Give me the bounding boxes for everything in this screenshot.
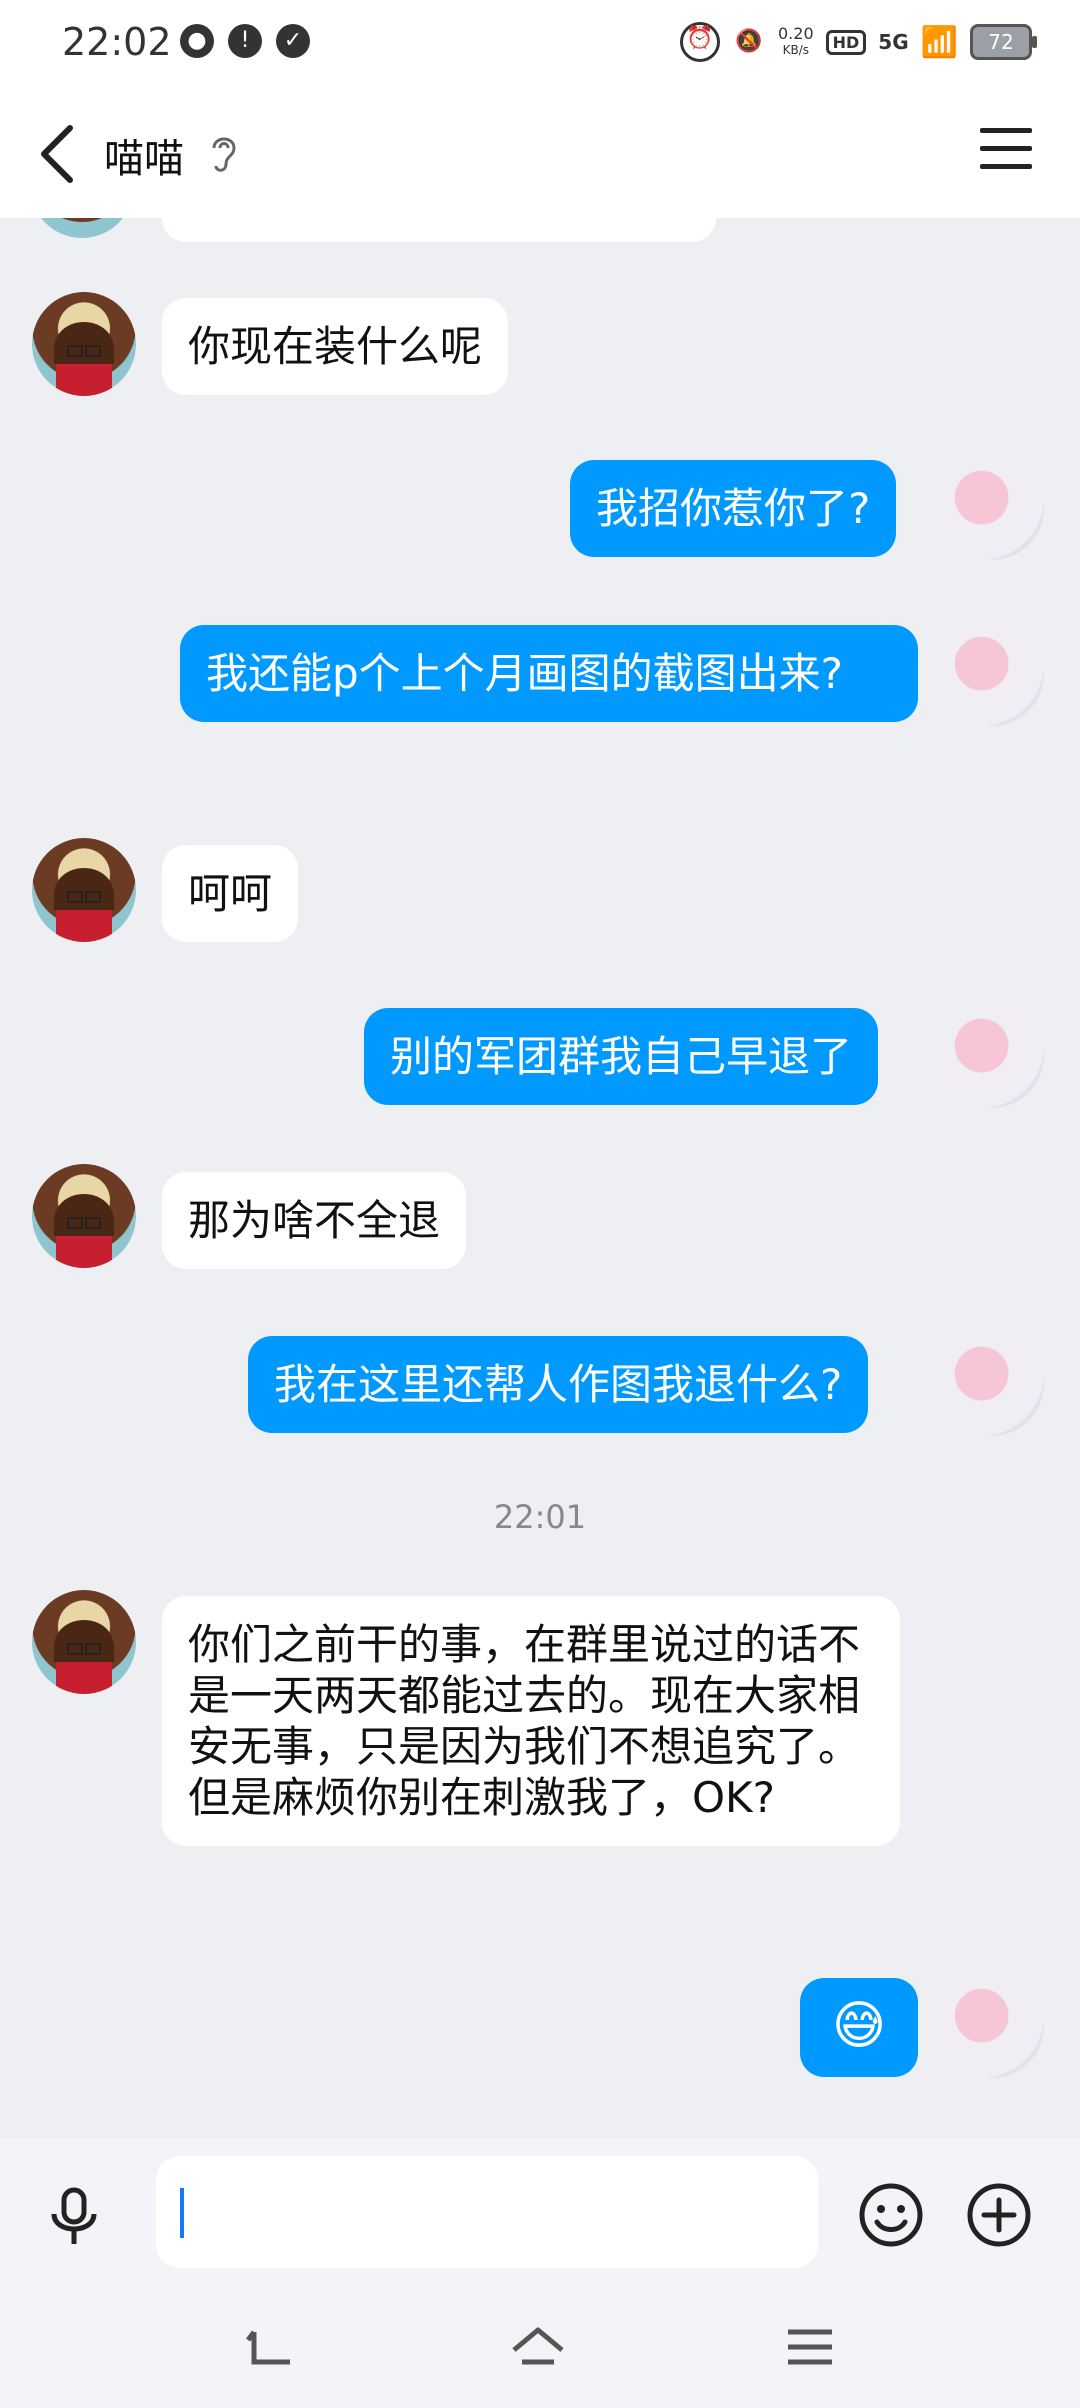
message-input-bar [0, 2138, 1080, 2278]
message-bubble-incoming[interactable]: 你们之前干的事，在群里说过的话不是一天两天都能过去的。现在大家相安无事，只是因为… [162, 1596, 900, 1846]
wifi-icon: 📶 [920, 24, 958, 60]
status-right-group: ⏰ 🔕 0.20 KB/s HD 5G 📶 72 [680, 22, 1037, 62]
chevron-left-icon [41, 125, 73, 183]
menu-line [980, 164, 1032, 169]
status-bar: 22:02 ● ! ✓ ⏰ 🔕 0.20 KB/s HD 5G 📶 72 [0, 0, 1080, 90]
battery-indicator: 72 [970, 24, 1037, 60]
self-avatar[interactable] [940, 622, 1044, 726]
contact-avatar[interactable] [32, 1590, 136, 1694]
message-text: 呵呵 [188, 869, 273, 918]
plus-circle-icon [967, 2183, 1031, 2247]
nav-home-button[interactable] [510, 2322, 566, 2372]
menu-line [980, 128, 1032, 133]
back-button[interactable] [36, 122, 80, 186]
mute-icon: 🔕 [732, 25, 766, 59]
text-cursor [180, 2188, 184, 2238]
message-bubble-outgoing[interactable]: 别的军团群我自己早退了 [364, 1008, 879, 1105]
menu-button[interactable] [980, 128, 1032, 174]
self-avatar[interactable] [940, 456, 1044, 560]
shield-notification-icon: ✓ [276, 24, 310, 58]
avatar-partial [30, 218, 134, 238]
contact-avatar[interactable] [32, 1164, 136, 1268]
self-avatar[interactable] [940, 1004, 1044, 1108]
contact-avatar[interactable] [32, 292, 136, 396]
ear-icon[interactable] [206, 130, 242, 176]
chat-message-list[interactable]: 你现在装什么呢 我招你惹你了? 我还能p个上个月画图的截图出来? 呵呵 别的军团… [0, 218, 1080, 2138]
chat-title[interactable]: 喵喵 [104, 126, 184, 184]
system-navigation-bar [0, 2278, 1080, 2408]
emoji-button[interactable] [858, 2182, 924, 2248]
notification-icons: ● ! ✓ [180, 24, 310, 58]
wechat-notification-icon: ● [180, 24, 214, 58]
emoji-message: 😅 [831, 1996, 887, 2056]
alert-notification-icon: ! [228, 24, 262, 58]
nav-back-icon [246, 2330, 290, 2365]
more-options-button[interactable] [966, 2182, 1032, 2248]
message-bubble-incoming[interactable]: 那为啥不全退 [162, 1172, 467, 1269]
message-bubble-outgoing[interactable]: 😅 [800, 1978, 918, 2077]
chat-header: 喵喵 [0, 90, 1080, 218]
nav-recents-button[interactable] [782, 2322, 838, 2372]
hd-badge: HD [825, 29, 867, 55]
message-text: 你们之前干的事，在群里说过的话不是一天两天都能过去的。现在大家相安无事，只是因为… [188, 1620, 861, 1822]
menu-line [980, 146, 1032, 151]
signal-5g: 5G [878, 30, 909, 54]
message-input[interactable] [156, 2156, 818, 2268]
home-icon [512, 2327, 564, 2365]
message-bubble-outgoing[interactable]: 我招你惹你了? [570, 460, 897, 557]
message-bubble-outgoing[interactable]: 我在这里还帮人作图我退什么? [248, 1336, 869, 1433]
message-bubble-partial [162, 218, 716, 242]
recents-menu-icon [788, 2329, 832, 2365]
message-bubble-incoming[interactable]: 你现在装什么呢 [162, 298, 509, 395]
nav-back-button[interactable] [244, 2322, 300, 2372]
message-bubble-outgoing[interactable]: 我还能p个上个月画图的截图出来? [180, 625, 918, 722]
smiley-face-icon [859, 2183, 923, 2247]
message-bubble-incoming[interactable]: 呵呵 [162, 845, 299, 942]
message-text: 我招你惹你了? [596, 484, 871, 533]
message-text: 我在这里还帮人作图我退什么? [274, 1360, 843, 1409]
message-text: 那为啥不全退 [188, 1196, 441, 1245]
message-text: 你现在装什么呢 [188, 322, 483, 371]
message-text: 别的军团群我自己早退了 [390, 1032, 853, 1081]
voice-input-button[interactable] [42, 2184, 106, 2248]
message-text: 我还能p个上个月画图的截图出来? [206, 649, 843, 698]
network-speed: 0.20 KB/s [778, 24, 814, 58]
microphone-icon [51, 2187, 97, 2244]
contact-avatar[interactable] [32, 838, 136, 942]
status-time: 22:02 [62, 20, 172, 64]
alarm-icon: ⏰ [680, 22, 720, 62]
self-avatar[interactable] [940, 1332, 1044, 1436]
self-avatar[interactable] [940, 1974, 1044, 2078]
message-timestamp: 22:01 [493, 1498, 587, 1536]
